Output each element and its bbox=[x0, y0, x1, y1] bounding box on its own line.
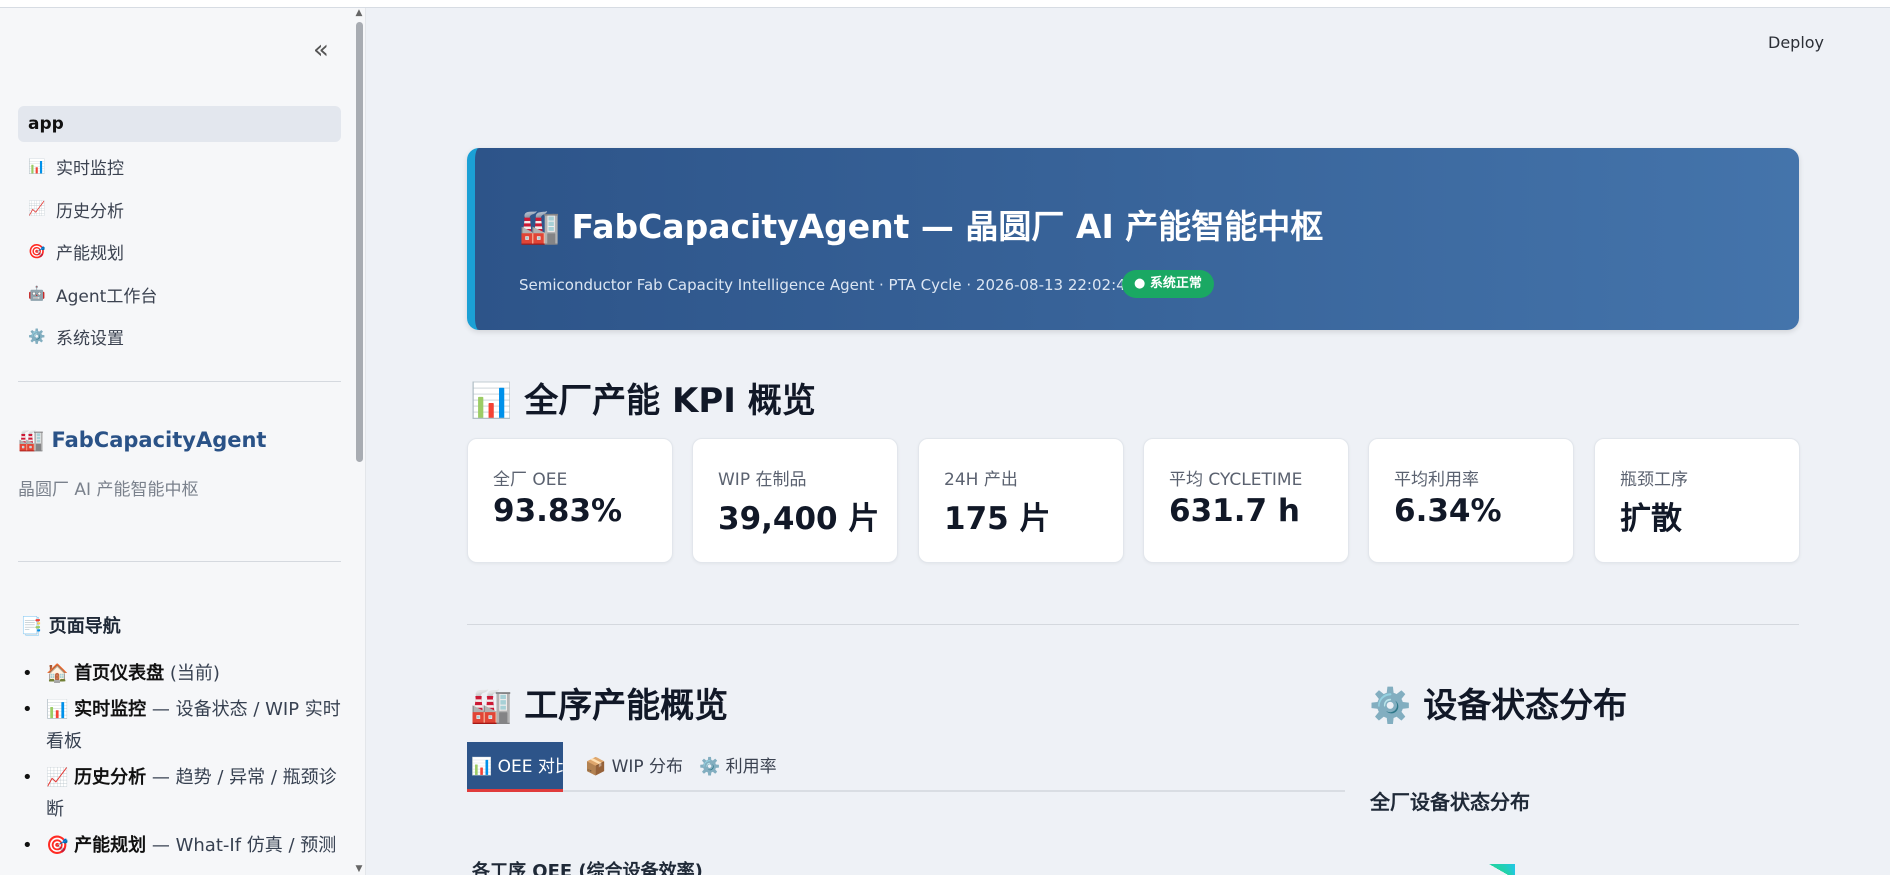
sidebar-divider bbox=[18, 381, 341, 382]
sidebar-scrollbar[interactable] bbox=[356, 22, 363, 462]
equipment-section-title: ⚙️ 设备状态分布 bbox=[1369, 686, 1628, 726]
sidebar-item-history-analysis[interactable]: 📈 历史分析 bbox=[18, 191, 341, 227]
kpi-label: 瓶颈工序 bbox=[1620, 470, 1688, 490]
equipment-status-donut bbox=[1460, 864, 1570, 875]
section-divider bbox=[467, 624, 1799, 625]
kpi-card-bottleneck: 瓶颈工序 扩散 bbox=[1594, 438, 1800, 563]
sidebar-nav: app 📊 实时监控 📈 历史分析 🎯 产能规划 🤖 Agent工作台 ⚙️ 系… bbox=[18, 106, 341, 361]
house-icon: 🏠 bbox=[46, 663, 69, 684]
sidebar-item-system-settings[interactable]: ⚙️ 系统设置 bbox=[18, 319, 341, 355]
kpi-value: 93.83% bbox=[493, 493, 623, 529]
kpi-card-output: 24H 产出 175 片 bbox=[918, 438, 1124, 563]
list-item: 📊 实时监控 — 设备状态 / WIP 实时看板 bbox=[22, 694, 342, 758]
bar-chart-icon: 📊 bbox=[471, 757, 493, 777]
sidebar-item-label: app bbox=[28, 114, 64, 134]
factory-icon: 🏭 bbox=[470, 686, 513, 726]
oee-chart-title: 各工序 OEE (综合设备效率) bbox=[472, 861, 703, 875]
kpi-label: 平均 CYCLETIME bbox=[1169, 470, 1303, 490]
list-item: 🏠 首页仪表盘 (当前) bbox=[22, 658, 342, 690]
kpi-card-cycletime: 平均 CYCLETIME 631.7 h bbox=[1143, 438, 1349, 563]
bar-chart-icon: 📊 bbox=[46, 699, 69, 720]
status-badge: ● 系统正常 bbox=[1122, 270, 1214, 298]
kpi-card-utilization: 平均利用率 6.34% bbox=[1368, 438, 1574, 563]
kpi-value: 扩散 bbox=[1620, 501, 1682, 537]
bar-chart-icon: 📊 bbox=[28, 158, 46, 175]
bar-chart-icon: 📊 bbox=[470, 381, 513, 421]
tab-utilization[interactable]: ⚙️ 利用率 bbox=[699, 742, 777, 792]
line-chart-icon: 📈 bbox=[28, 201, 46, 217]
sidebar-item-realtime-monitor[interactable]: 📊 实时监控 bbox=[18, 149, 341, 185]
gear-icon: ⚙️ bbox=[699, 757, 721, 777]
package-icon: 📦 bbox=[585, 757, 607, 777]
gear-icon: ⚙️ bbox=[1369, 686, 1412, 726]
deploy-button[interactable]: Deploy bbox=[1768, 33, 1824, 52]
target-icon: 🎯 bbox=[28, 243, 46, 260]
gear-icon: ⚙️ bbox=[28, 328, 46, 345]
kpi-value: 631.7 h bbox=[1169, 493, 1300, 529]
hero-subtitle: Semiconductor Fab Capacity Intelligence … bbox=[519, 276, 1136, 294]
kpi-value: 39,400 片 bbox=[718, 501, 880, 537]
brand-name: FabCapacityAgent bbox=[51, 428, 267, 452]
kpi-card-wip: WIP 在制品 39,400 片 bbox=[692, 438, 898, 563]
sidebar-item-label: 历史分析 bbox=[56, 201, 124, 222]
kpi-label: 平均利用率 bbox=[1394, 470, 1479, 490]
equipment-chart-title: 全厂设备状态分布 bbox=[1370, 790, 1530, 814]
top-bar bbox=[0, 0, 1890, 8]
sidebar: « ▲ ▼ app 📊 实时监控 📈 历史分析 🎯 产能规划 🤖 Agent工作… bbox=[0, 8, 366, 875]
page-nav-title: 📑 页面导航 bbox=[20, 616, 121, 637]
sidebar-item-label: 产能规划 bbox=[56, 244, 124, 264]
kpi-label: 全厂 OEE bbox=[493, 470, 568, 490]
sidebar-brand: 🏭 FabCapacityAgent bbox=[18, 428, 266, 453]
robot-icon: 🤖 bbox=[28, 286, 46, 302]
bookmark-tabs-icon: 📑 bbox=[20, 616, 43, 637]
kpi-card-oee: 全厂 OEE 93.83% bbox=[467, 438, 673, 563]
kpi-label: WIP 在制品 bbox=[718, 470, 807, 490]
scroll-up-arrow-icon[interactable]: ▲ bbox=[354, 8, 364, 18]
kpi-section-title: 📊 全厂产能 KPI 概览 bbox=[470, 381, 816, 421]
target-icon: 🎯 bbox=[46, 835, 69, 856]
sidebar-item-app[interactable]: app bbox=[18, 106, 341, 142]
sidebar-item-capacity-planning[interactable]: 🎯 产能规划 bbox=[18, 234, 341, 270]
page-nav-list: 🏠 首页仪表盘 (当前) 📊 实时监控 — 设备状态 / WIP 实时看板 📈 … bbox=[22, 658, 342, 866]
scroll-down-arrow-icon[interactable]: ▼ bbox=[354, 864, 364, 874]
brand-subtitle: 晶圆厂 AI 产能智能中枢 bbox=[18, 480, 199, 500]
page-title: 🏭 FabCapacityAgent — 晶圆厂 AI 产能智能中枢 bbox=[519, 207, 1324, 246]
sidebar-item-label: 实时监控 bbox=[56, 159, 124, 179]
list-item: 🎯 产能规划 — What-If 仿真 / 预测 bbox=[22, 830, 342, 862]
hero-banner: 🏭 FabCapacityAgent — 晶圆厂 AI 产能智能中枢 Semic… bbox=[467, 148, 1799, 330]
line-chart-icon: 📈 bbox=[46, 767, 69, 788]
sidebar-item-label: Agent工作台 bbox=[56, 286, 158, 307]
factory-icon: 🏭 bbox=[519, 207, 561, 246]
factory-icon: 🏭 bbox=[18, 428, 45, 452]
collapse-sidebar-icon[interactable]: « bbox=[306, 36, 336, 66]
sidebar-item-agent-workbench[interactable]: 🤖 Agent工作台 bbox=[18, 276, 341, 312]
list-item: 📈 历史分析 — 趋势 / 异常 / 瓶颈诊断 bbox=[22, 762, 342, 826]
process-section-title: 🏭 工序产能概览 bbox=[470, 686, 729, 726]
tab-wip-distribution[interactable]: 📦 WIP 分布 bbox=[585, 742, 683, 792]
tab-oee-compare[interactable]: 📊 OEE 对比 bbox=[467, 742, 563, 792]
sidebar-item-label: 系统设置 bbox=[56, 329, 124, 349]
process-tabs: 📊 OEE 对比 📦 WIP 分布 ⚙️ 利用率 bbox=[467, 742, 1345, 792]
kpi-value: 6.34% bbox=[1394, 493, 1502, 529]
kpi-value: 175 片 bbox=[944, 501, 1051, 537]
kpi-label: 24H 产出 bbox=[944, 470, 1018, 490]
sidebar-divider bbox=[18, 561, 341, 562]
